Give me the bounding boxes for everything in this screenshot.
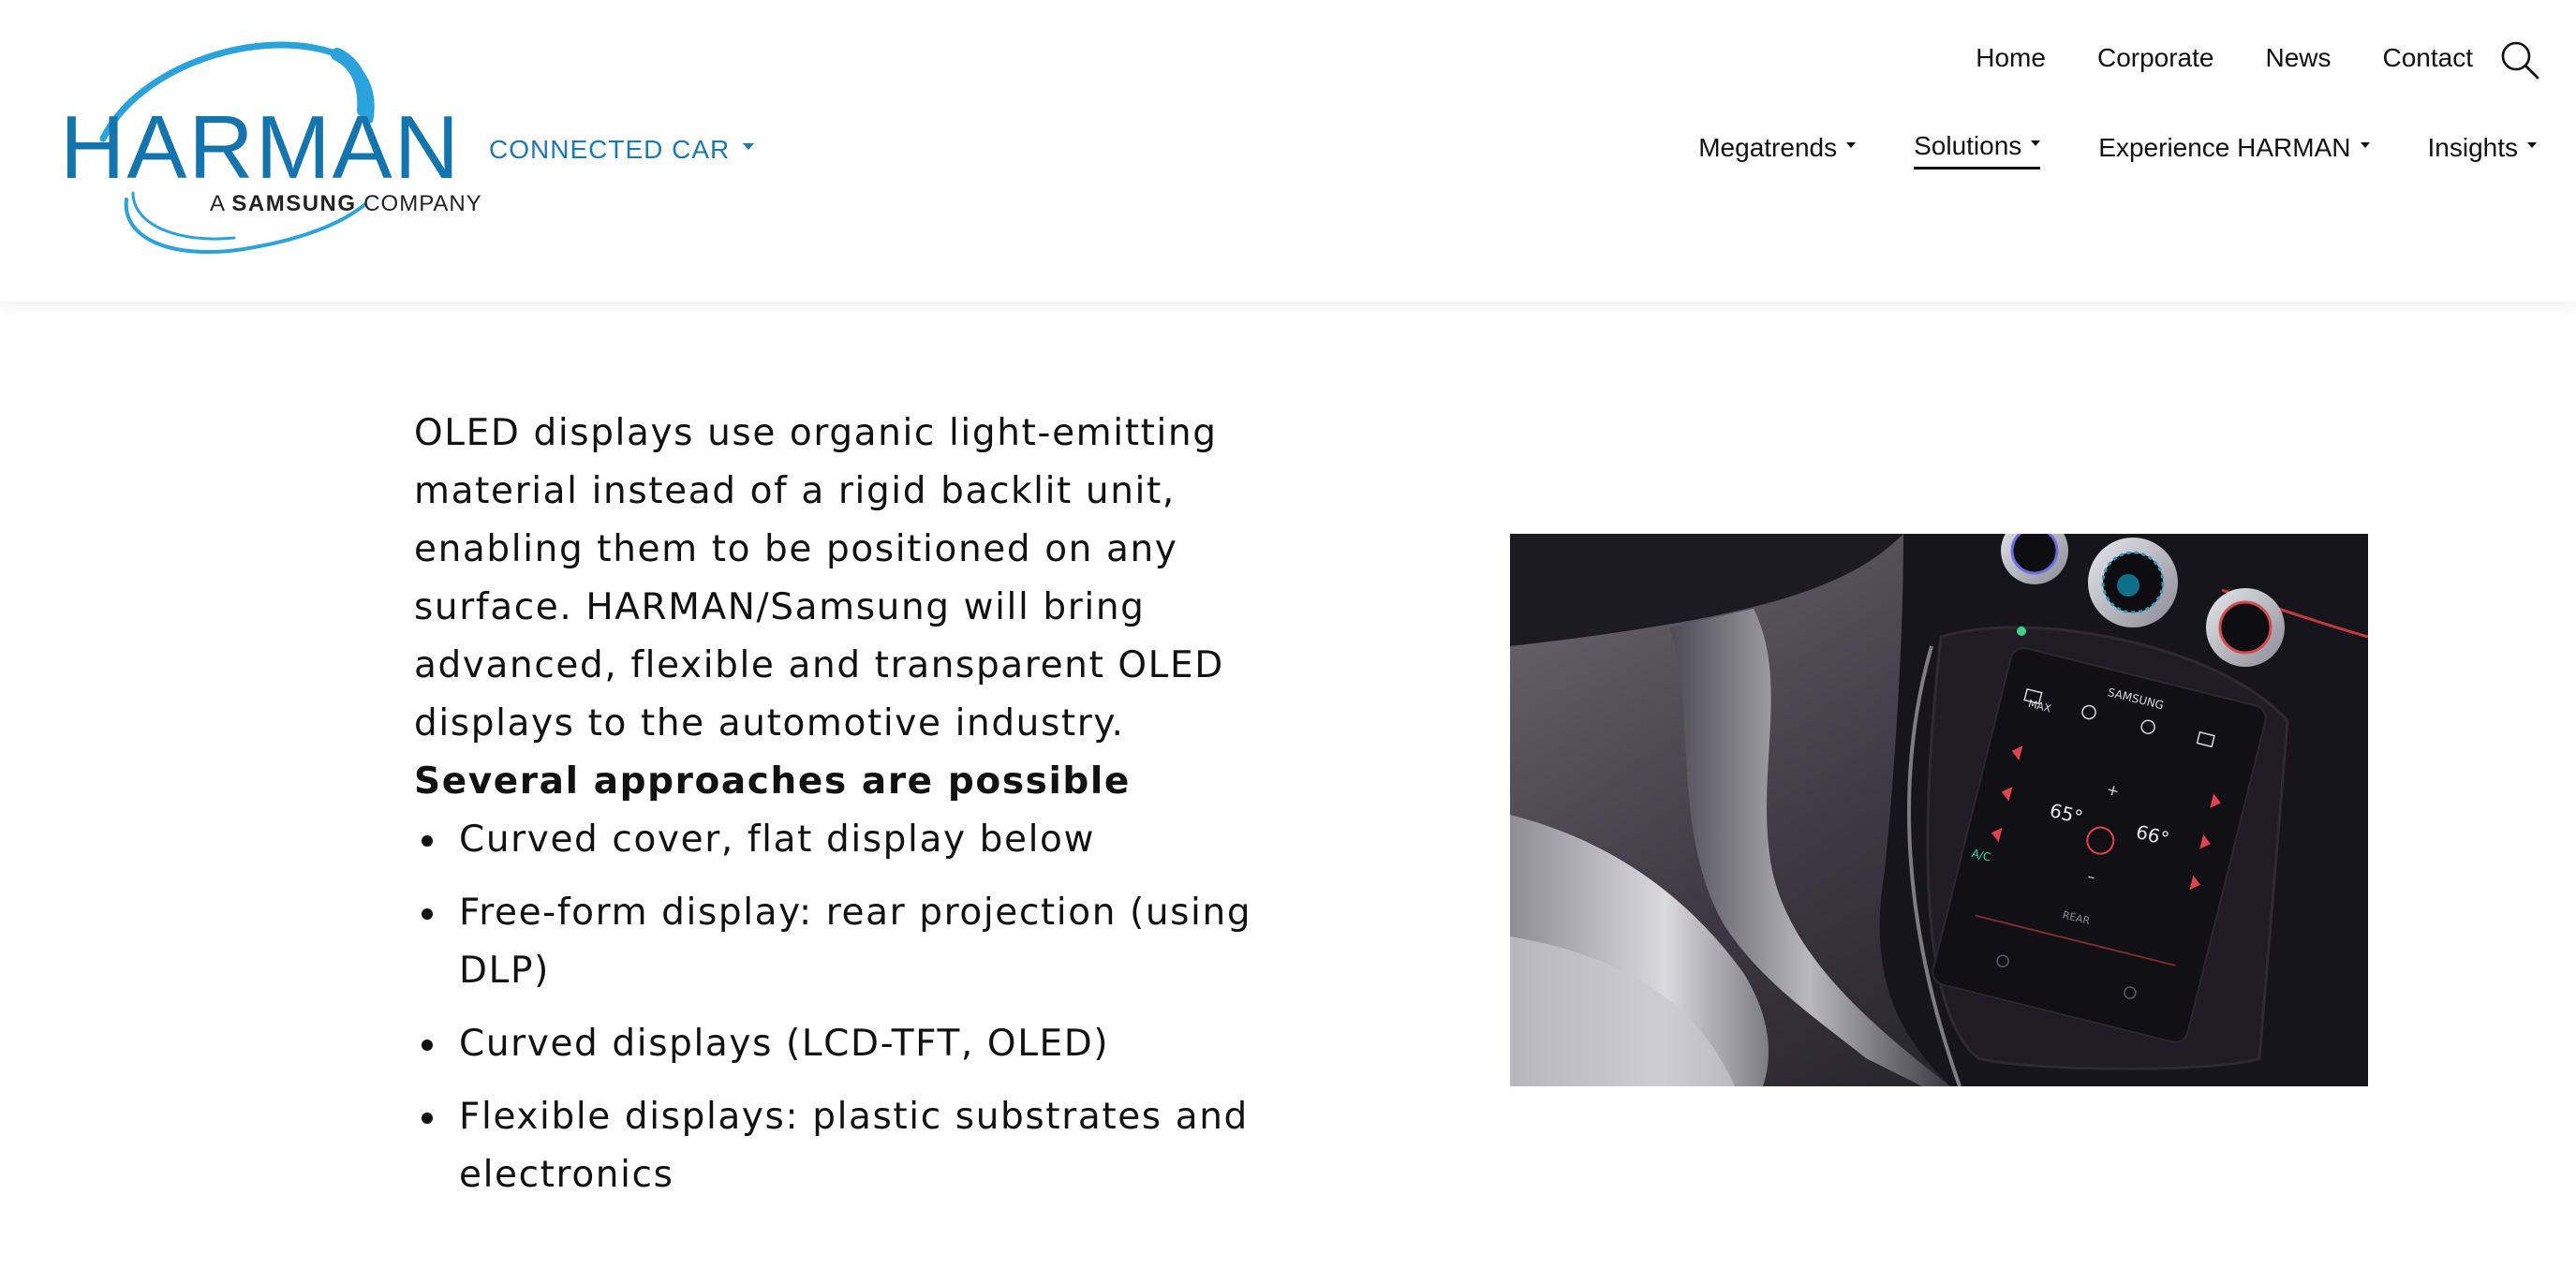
chevron-down-icon — [743, 142, 755, 150]
site-header: HARMAN A SAMSUNG COMPANY CONNECTED CAR H… — [0, 0, 2576, 302]
chevron-down-icon — [1846, 141, 1857, 148]
top-nav: Home Corporate News Contact — [1976, 43, 2473, 73]
list-item: Curved cover, flat display below — [414, 811, 1257, 869]
main-nav-insights[interactable]: Insights — [2427, 131, 2537, 170]
main-nav-experience-harman-label: Experience HARMAN — [2098, 132, 2351, 162]
main-content: OLED displays use organic light-emitting… — [0, 302, 2576, 1283]
tagline-suffix: COMPANY — [363, 191, 482, 216]
car-interior-image: SAMSUNG MAX 65° 66° + – A/C REAR — [1510, 534, 2368, 1086]
list-item: Flexible displays: plastic substrates an… — [414, 1088, 1257, 1204]
main-nav: Megatrends Solutions Experience HARMAN I… — [1698, 131, 2537, 170]
search-icon[interactable] — [2499, 39, 2540, 81]
top-nav-news-link[interactable]: News — [2265, 43, 2331, 73]
section-switcher-label: CONNECTED CAR — [489, 135, 731, 164]
approaches-heading: Several approaches are possible — [414, 760, 1131, 803]
chevron-down-icon — [2527, 141, 2537, 148]
chevron-down-icon — [2360, 141, 2370, 148]
main-nav-megatrends-label: Megatrends — [1698, 132, 1838, 162]
intro-paragraph: OLED displays use organic light-emitting… — [414, 412, 1224, 745]
section-switcher-dropdown[interactable]: CONNECTED CAR — [489, 135, 755, 165]
top-nav-corporate-link[interactable]: Corporate — [2097, 43, 2214, 73]
list-item: Curved displays (LCD-TFT, OLED) — [414, 1015, 1257, 1073]
chevron-down-icon — [2031, 140, 2041, 146]
article-text: OLED displays use organic light-emitting… — [414, 405, 1257, 1219]
top-nav-contact-link[interactable]: Contact — [2383, 43, 2474, 73]
tagline-prefix: A — [210, 191, 225, 216]
list-item: Free-form display: rear projection (usin… — [414, 884, 1257, 1000]
center-console-illustration: SAMSUNG MAX 65° 66° + – A/C REAR — [1510, 534, 2368, 1086]
approaches-list: Curved cover, flat display below Free-fo… — [414, 811, 1257, 1204]
main-nav-solutions-label: Solutions — [1914, 131, 2022, 160]
logo-wordmark: HARMAN — [60, 97, 462, 198]
top-nav-home-link[interactable]: Home — [1976, 43, 2046, 73]
harman-logo[interactable]: HARMAN A SAMSUNG COMPANY — [56, 26, 481, 262]
main-nav-experience-harman[interactable]: Experience HARMAN — [2098, 131, 2370, 170]
tagline-brand: SAMSUNG — [231, 191, 357, 216]
main-nav-insights-label: Insights — [2427, 132, 2519, 162]
main-nav-solutions[interactable]: Solutions — [1914, 131, 2041, 170]
main-nav-megatrends[interactable]: Megatrends — [1698, 131, 1857, 170]
logo-tagline: A SAMSUNG COMPANY — [210, 191, 482, 217]
